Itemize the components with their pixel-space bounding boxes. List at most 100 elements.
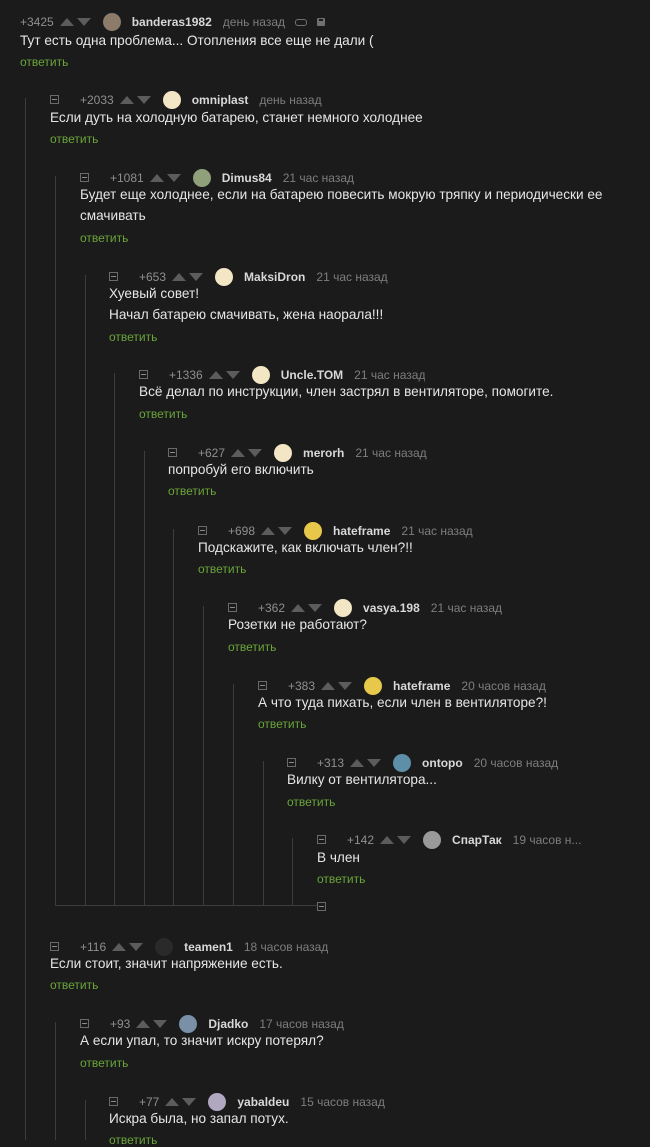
downvote-icon[interactable] bbox=[182, 1098, 197, 1106]
comment-author[interactable]: merorh bbox=[303, 446, 344, 460]
reply-button[interactable]: ответить bbox=[109, 1133, 157, 1147]
comment-author[interactable]: ontopo bbox=[422, 756, 463, 770]
collapse-comment-button[interactable] bbox=[109, 1097, 118, 1106]
collapse-comment-button[interactable] bbox=[198, 526, 207, 535]
comment-time[interactable]: 18 часов назад bbox=[244, 940, 328, 954]
comment-time[interactable]: 20 часов назад bbox=[461, 679, 545, 693]
comment-time[interactable]: 21 час назад bbox=[431, 601, 502, 615]
downvote-icon[interactable] bbox=[278, 527, 293, 535]
comment-time[interactable]: 21 час назад bbox=[354, 368, 425, 382]
collapse-comment-button[interactable] bbox=[50, 95, 59, 104]
comment-text: попробуй его включить bbox=[168, 462, 314, 477]
thread-line bbox=[55, 905, 317, 906]
downvote-icon[interactable] bbox=[338, 682, 353, 690]
upvote-icon[interactable] bbox=[321, 682, 336, 690]
collapse-comment-button[interactable] bbox=[258, 681, 267, 690]
comment-time[interactable]: 17 часов назад bbox=[259, 1017, 343, 1031]
thread-line bbox=[55, 176, 56, 905]
comment-time[interactable]: 21 час назад bbox=[401, 524, 472, 538]
collapse-comment-button[interactable] bbox=[317, 835, 326, 844]
comment-author[interactable]: hateframe bbox=[393, 679, 450, 693]
downvote-icon[interactable] bbox=[367, 759, 382, 767]
comment-text: Всё делал по инструкции, член застрял в … bbox=[139, 384, 554, 399]
comment-time[interactable]: 21 час назад bbox=[283, 171, 354, 185]
collapse-comment-button[interactable] bbox=[50, 942, 59, 951]
upvote-icon[interactable] bbox=[149, 174, 164, 182]
downvote-icon[interactable] bbox=[153, 1020, 168, 1028]
collapse-comment-button[interactable] bbox=[109, 272, 118, 281]
collapse-comment-button[interactable] bbox=[168, 448, 177, 457]
comment-author[interactable]: omniplast bbox=[192, 93, 249, 107]
collapse-thread-button[interactable] bbox=[317, 902, 326, 911]
collapse-comment-button[interactable] bbox=[139, 370, 148, 379]
upvote-icon[interactable] bbox=[112, 943, 127, 951]
collapse-comment-button[interactable] bbox=[80, 1019, 89, 1028]
reply-button[interactable]: ответить bbox=[168, 484, 216, 498]
downvote-icon[interactable] bbox=[308, 604, 323, 612]
comment-author[interactable]: vasya.198 bbox=[363, 601, 420, 615]
comment-text: А что туда пихать, если член в вентилято… bbox=[258, 695, 547, 710]
collapse-comment-button[interactable] bbox=[228, 603, 237, 612]
comment-time[interactable]: 21 час назад bbox=[355, 446, 426, 460]
comment-author[interactable]: Dimus84 bbox=[222, 171, 272, 185]
upvote-icon[interactable] bbox=[380, 836, 395, 844]
comment-author[interactable]: Djadko bbox=[208, 1017, 248, 1031]
upvote-icon[interactable] bbox=[261, 527, 276, 535]
collapse-comment-button[interactable] bbox=[80, 173, 89, 182]
upvote-icon[interactable] bbox=[172, 273, 187, 281]
reply-button[interactable]: ответить bbox=[198, 562, 246, 576]
save-icon[interactable] bbox=[317, 18, 325, 26]
comment-rating: +142 bbox=[347, 833, 375, 847]
reply-button[interactable]: ответить bbox=[109, 330, 157, 344]
downvote-icon[interactable] bbox=[76, 18, 91, 26]
comment-text: Будет еще холоднее, если на батарею пове… bbox=[80, 187, 603, 223]
thread-line bbox=[85, 1100, 86, 1140]
comment-time[interactable]: 20 часов назад bbox=[474, 756, 558, 770]
reply-button[interactable]: ответить bbox=[50, 132, 98, 146]
comment-time[interactable]: день назад bbox=[223, 15, 285, 29]
upvote-icon[interactable] bbox=[136, 1020, 151, 1028]
avatar[interactable] bbox=[102, 13, 121, 31]
reply-button[interactable]: ответить bbox=[139, 407, 187, 421]
downvote-icon[interactable] bbox=[225, 371, 240, 379]
comment-author[interactable]: teamen1 bbox=[184, 940, 233, 954]
comment-author[interactable]: hateframe bbox=[333, 524, 390, 538]
reply-button[interactable]: ответить bbox=[50, 978, 98, 992]
downvote-icon[interactable] bbox=[248, 449, 263, 457]
comment-time[interactable]: 21 час назад bbox=[316, 270, 387, 284]
upvote-icon[interactable] bbox=[165, 1098, 180, 1106]
comment-author[interactable]: banderas1982 bbox=[132, 15, 212, 29]
comment-time[interactable]: день назад bbox=[259, 93, 321, 107]
upvote-icon[interactable] bbox=[208, 371, 223, 379]
comment-rating: +77 bbox=[139, 1095, 160, 1109]
reply-button[interactable]: ответить bbox=[317, 872, 365, 886]
upvote-icon[interactable] bbox=[119, 96, 134, 104]
upvote-icon[interactable] bbox=[350, 759, 365, 767]
upvote-icon[interactable] bbox=[231, 449, 246, 457]
downvote-icon[interactable] bbox=[136, 96, 151, 104]
comment-author[interactable]: Uncle.TOM bbox=[281, 368, 343, 382]
comment-author[interactable]: yabaldeu bbox=[237, 1095, 289, 1109]
downvote-icon[interactable] bbox=[189, 273, 204, 281]
comment-time[interactable]: 15 часов назад bbox=[300, 1095, 384, 1109]
reply-button[interactable]: ответить bbox=[287, 795, 335, 809]
comment-text: Подскажите, как включать член?!! bbox=[198, 540, 413, 555]
reply-button[interactable]: ответить bbox=[80, 1056, 128, 1070]
reply-button[interactable]: ответить bbox=[258, 717, 306, 731]
comment-text: В член bbox=[317, 850, 360, 865]
comment-time[interactable]: 19 часов н... bbox=[513, 833, 582, 847]
reply-button[interactable]: ответить bbox=[20, 55, 68, 69]
comment-text: А если упал, то значит искру потерял? bbox=[80, 1033, 324, 1048]
comment-author[interactable]: СпарТак bbox=[452, 833, 502, 847]
collapse-comment-button[interactable] bbox=[287, 758, 296, 767]
comment-rating: +627 bbox=[198, 446, 226, 460]
reply-button[interactable]: ответить bbox=[80, 231, 128, 245]
upvote-icon[interactable] bbox=[59, 18, 74, 26]
downvote-icon[interactable] bbox=[129, 943, 144, 951]
upvote-icon[interactable] bbox=[291, 604, 306, 612]
downvote-icon[interactable] bbox=[397, 836, 412, 844]
link-icon[interactable] bbox=[295, 18, 307, 26]
downvote-icon[interactable] bbox=[166, 174, 181, 182]
reply-button[interactable]: ответить bbox=[228, 640, 276, 654]
comment-author[interactable]: MaksiDron bbox=[244, 270, 305, 284]
